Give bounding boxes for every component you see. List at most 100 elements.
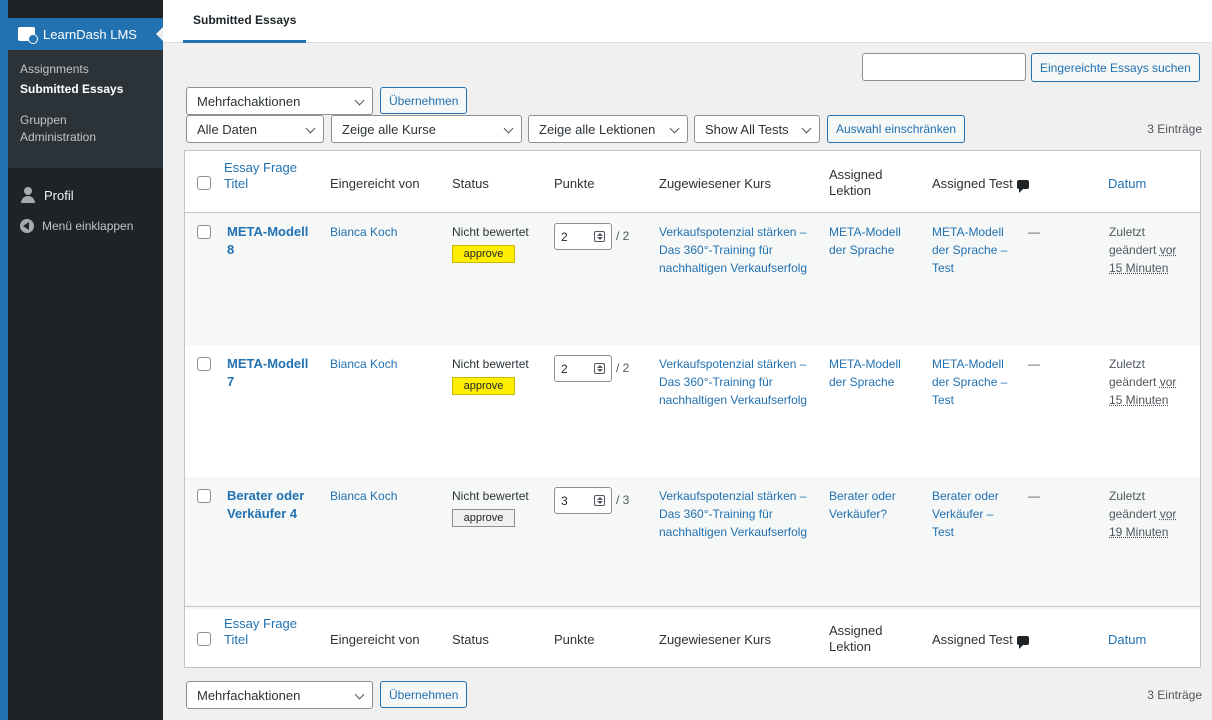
test-link[interactable]: META-Modell der Sprache – Test	[932, 223, 1012, 277]
lesson-link[interactable]: META-Modell der Sprache	[829, 223, 919, 259]
spinner-icon[interactable]	[594, 495, 605, 506]
max-points: / 2	[616, 229, 630, 243]
submenu-item-assignments[interactable]: Assignments	[8, 61, 163, 78]
submitted-by-link[interactable]: Bianca Koch	[330, 487, 397, 505]
test-filter-select[interactable]: Show All Tests	[694, 115, 820, 143]
collapse-menu-button[interactable]: Menü einklappen	[8, 211, 163, 241]
date-cell: Zuletzt geändert vor 19 Minuten	[1109, 487, 1179, 541]
submitted-by-link[interactable]: Bianca Koch	[330, 355, 397, 373]
points-value: 2	[561, 361, 568, 376]
points-input[interactable]: 2	[554, 355, 612, 382]
approve-button[interactable]: approve	[452, 377, 515, 395]
admin-sidebar: LearnDash LMS Assignments Submitted Essa…	[8, 0, 164, 720]
points-value: 2	[561, 229, 568, 244]
bulk-actions-value: Mehrfachaktionen	[197, 687, 301, 703]
lesson-link[interactable]: META-Modell der Sprache	[829, 355, 919, 391]
course-filter-value: Zeige alle Kurse	[342, 121, 436, 137]
date-cell: Zuletzt geändert vor 15 Minuten	[1109, 223, 1179, 277]
approve-button[interactable]: approve	[452, 509, 515, 527]
essay-title-link[interactable]: META-Modell 8	[227, 223, 319, 259]
column-title[interactable]: Essay Frage Titel	[224, 160, 304, 192]
chevron-down-icon	[801, 123, 812, 134]
table-row: Berater oder Verkäufer 4 Bianca Koch Nic…	[185, 477, 1200, 609]
course-link[interactable]: Verkaufspotenzial stärken – Das 360°-Tra…	[659, 487, 819, 541]
column-points: Punkte	[554, 632, 595, 647]
submitted-by-link[interactable]: Bianca Koch	[330, 223, 397, 241]
row-checkbox[interactable]	[197, 489, 211, 503]
column-course: Zugewiesener Kurs	[659, 632, 771, 647]
max-points: / 3	[616, 493, 630, 507]
admin-edge-strip	[0, 0, 8, 720]
search-input[interactable]	[862, 53, 1026, 81]
sidebar-item-label: Profil	[44, 187, 74, 203]
sidebar-item-profil[interactable]: Profil	[8, 180, 163, 210]
bulk-apply-button-bottom[interactable]: Übernehmen	[380, 681, 468, 708]
column-test: Assigned Test	[932, 176, 1029, 194]
column-date[interactable]: Datum	[1108, 632, 1146, 648]
user-icon	[20, 187, 36, 203]
max-points: / 2	[616, 361, 630, 375]
spinner-icon[interactable]	[594, 363, 605, 374]
search-button[interactable]: Eingereichte Essays suchen	[1031, 53, 1200, 82]
table-row: META-Modell 8 Bianca Koch Nicht bewertet…	[185, 213, 1200, 345]
lesson-filter-select[interactable]: Zeige alle Lektionen	[528, 115, 688, 143]
date-filter-value: Alle Daten	[197, 121, 257, 137]
test-link[interactable]: META-Modell der Sprache – Test	[932, 355, 1012, 409]
column-lesson: Assigned Lektion	[829, 167, 883, 198]
course-filter-select[interactable]: Zeige alle Kurse	[331, 115, 522, 143]
course-link[interactable]: Verkaufspotenzial stärken – Das 360°-Tra…	[659, 223, 819, 277]
bulk-actions-select[interactable]: Mehrfachaktionen	[186, 87, 373, 115]
filter-submit-button[interactable]: Auswahl einschränken	[827, 115, 966, 143]
table-header: Essay Frage Titel Eingereicht von Status…	[185, 151, 1200, 213]
comments-cell: —	[1028, 225, 1040, 239]
column-submitted-by: Eingereicht von	[330, 632, 420, 647]
submenu-item-gruppen-administration[interactable]: Gruppen Administration	[8, 112, 108, 146]
approve-button[interactable]: approve	[452, 245, 515, 263]
chevron-down-icon	[305, 123, 316, 134]
points-value: 3	[561, 493, 568, 508]
collapse-icon	[20, 219, 34, 233]
bulk-actions-select-bottom[interactable]: Mehrfachaktionen	[186, 681, 373, 709]
tab-bar: Submitted Essays	[163, 0, 1212, 43]
essay-title-link[interactable]: Berater oder Verkäufer 4	[227, 487, 319, 523]
row-checkbox[interactable]	[197, 357, 211, 371]
bulk-actions-value: Mehrfachaktionen	[197, 93, 301, 109]
select-all-checkbox[interactable]	[197, 176, 211, 190]
chevron-down-icon	[354, 95, 365, 106]
sidebar-item-learndash[interactable]: LearnDash LMS	[8, 18, 164, 50]
column-submitted-by: Eingereicht von	[330, 176, 420, 191]
column-date[interactable]: Datum	[1108, 176, 1146, 192]
table-row: META-Modell 7 Bianca Koch Nicht bewertet…	[185, 345, 1200, 477]
submenu-item-submitted-essays[interactable]: Submitted Essays	[8, 81, 163, 98]
row-checkbox[interactable]	[197, 225, 211, 239]
date-prefix: Zuletzt geändert	[1109, 225, 1157, 257]
column-test: Assigned Test	[932, 632, 1029, 650]
sidebar-item-label: LearnDash LMS	[43, 26, 137, 42]
chevron-down-icon	[354, 689, 365, 700]
lesson-filter-value: Zeige alle Lektionen	[539, 121, 656, 137]
learndash-icon	[18, 27, 38, 44]
learndash-submenu: Assignments Submitted Essays Gruppen Adm…	[8, 50, 163, 168]
column-status: Status	[452, 632, 489, 647]
points-input[interactable]: 2	[554, 223, 612, 250]
items-count: 3 Einträge	[1147, 122, 1202, 136]
column-course: Zugewiesener Kurs	[659, 176, 771, 191]
column-test-label: Assigned Test	[932, 632, 1013, 647]
date-filter-select[interactable]: Alle Daten	[186, 115, 324, 143]
spinner-icon[interactable]	[594, 231, 605, 242]
column-status: Status	[452, 176, 489, 191]
test-link[interactable]: Berater oder Verkäufer – Test	[932, 487, 1012, 541]
select-all-checkbox-footer[interactable]	[197, 632, 211, 646]
points-input[interactable]: 3	[554, 487, 612, 514]
date-prefix: Zuletzt geändert	[1109, 489, 1157, 521]
essay-title-link[interactable]: META-Modell 7	[227, 355, 319, 391]
comment-icon	[1016, 636, 1029, 650]
tab-submitted-essays[interactable]: Submitted Essays	[183, 11, 307, 43]
column-title[interactable]: Essay Frage Titel	[224, 616, 304, 648]
bulk-apply-button[interactable]: Übernehmen	[380, 87, 468, 114]
lesson-link[interactable]: Berater oder Verkäufer?	[829, 487, 919, 523]
date-cell: Zuletzt geändert vor 15 Minuten	[1109, 355, 1179, 409]
comments-cell: —	[1028, 489, 1040, 503]
column-test-label: Assigned Test	[932, 176, 1013, 191]
course-link[interactable]: Verkaufspotenzial stärken – Das 360°-Tra…	[659, 355, 819, 409]
